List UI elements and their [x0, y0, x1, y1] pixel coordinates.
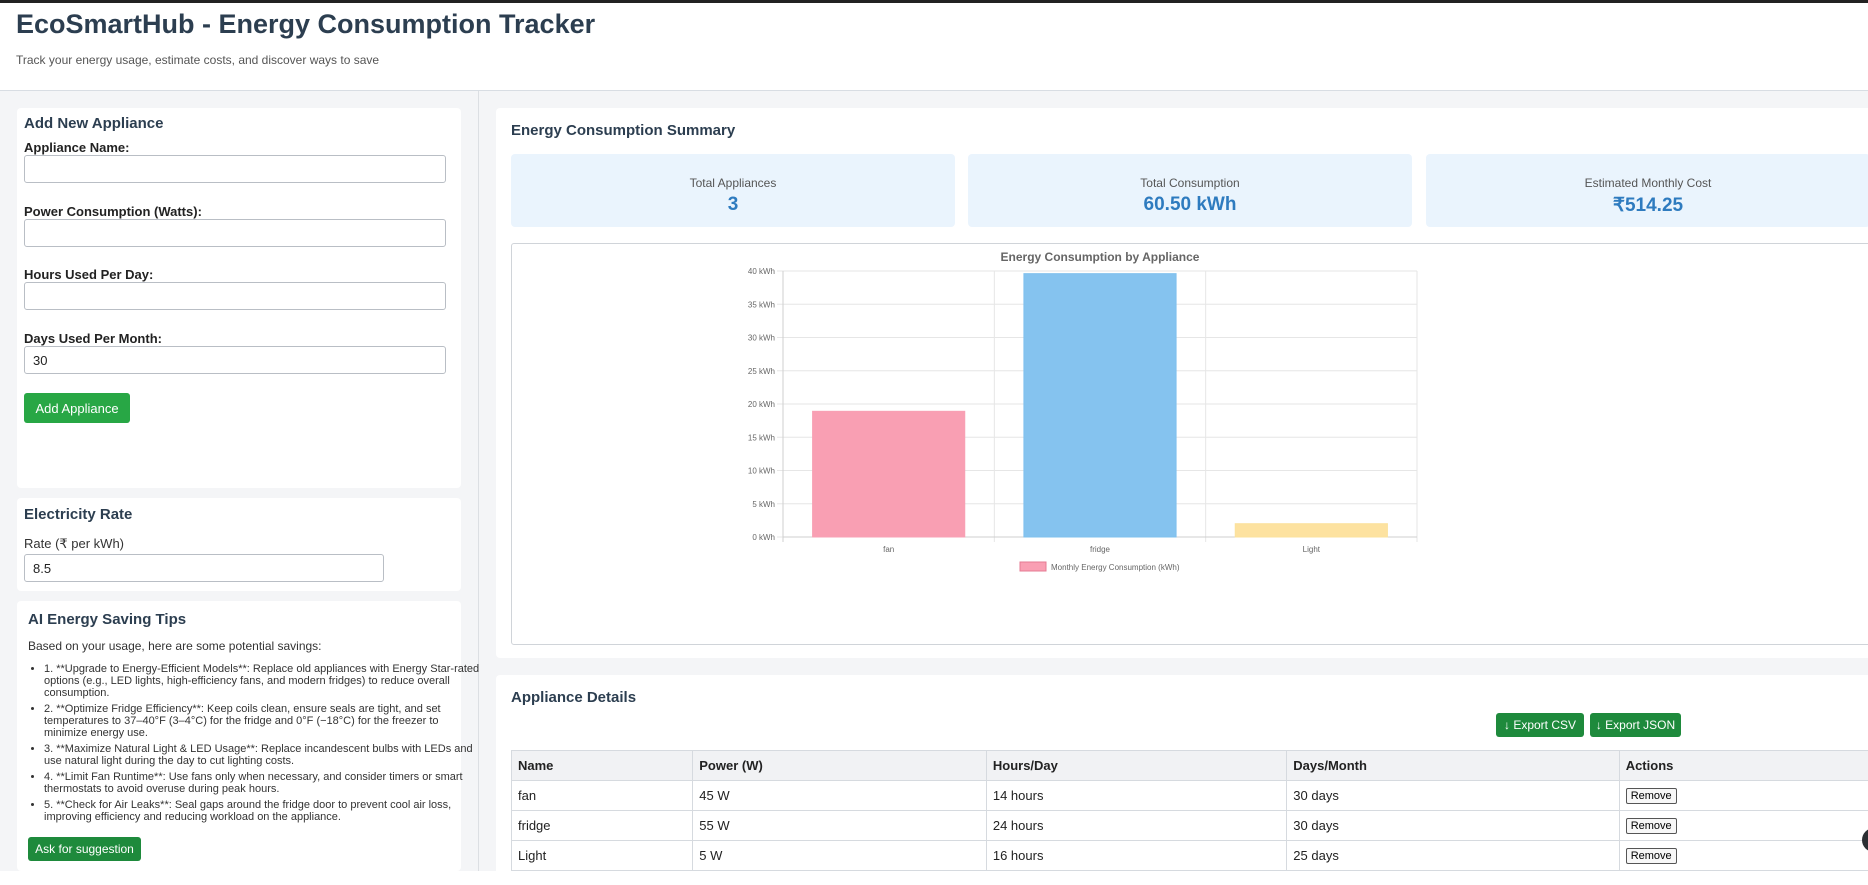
bar-light: [1235, 524, 1387, 537]
cell-power: 45 W: [693, 781, 987, 811]
ai-tips-list: 1. **Upgrade to Energy-Efficient Models*…: [28, 663, 484, 827]
ask-suggestion-button[interactable]: Ask for suggestion: [28, 837, 141, 861]
power-consumption-input[interactable]: [24, 219, 446, 247]
tip-item: 3. **Maximize Natural Light & LED Usage*…: [44, 743, 484, 767]
table-row: fan 45 W 14 hours 30 days Remove: [512, 781, 1868, 811]
column-header-days: Days/Month: [1287, 751, 1619, 781]
y-tick-label: 40 kWh: [748, 267, 775, 276]
details-heading: Appliance Details: [511, 689, 636, 706]
column-header-hours: Hours/Day: [986, 751, 1286, 781]
y-tick-label: 10 kWh: [748, 467, 775, 476]
sidebar: Add New Appliance Appliance Name: Power …: [0, 91, 479, 871]
stat-value: 3: [511, 194, 955, 216]
cell-actions: Remove: [1619, 781, 1868, 811]
page-header: EcoSmartHub - Energy Consumption Tracker…: [0, 3, 1868, 91]
bar-fan: [813, 411, 965, 537]
remove-button[interactable]: Remove: [1626, 848, 1677, 864]
rate-input[interactable]: [24, 554, 384, 582]
summary-heading: Energy Consumption Summary: [511, 122, 735, 139]
table-row: fridge 55 W 24 hours 30 days Remove: [512, 811, 1868, 841]
ai-tips-heading: AI Energy Saving Tips: [28, 611, 186, 628]
export-json-button[interactable]: ↓ Export JSON: [1590, 713, 1681, 737]
energy-bar-chart: Energy Consumption by Appliance 0 kWh 5 kW…: [512, 244, 1868, 644]
column-header-name: Name: [512, 751, 693, 781]
tip-item: 1. **Upgrade to Energy-Efficient Models*…: [44, 663, 484, 699]
ai-tips-intro: Based on your usage, here are some poten…: [28, 639, 322, 653]
cell-hours: 24 hours: [986, 811, 1286, 841]
y-tick-label: 0 kWh: [752, 533, 775, 542]
electricity-rate-heading: Electricity Rate: [24, 506, 132, 523]
add-appliance-button[interactable]: Add Appliance: [24, 393, 130, 423]
appliance-details-card: Appliance Details ↓ Export CSV ↓ Export …: [496, 675, 1868, 885]
hours-per-day-input[interactable]: [24, 282, 446, 310]
power-consumption-label: Power Consumption (Watts):: [24, 204, 202, 219]
cell-hours: 14 hours: [986, 781, 1286, 811]
tip-item: 2. **Optimize Fridge Efficiency**: Keep …: [44, 703, 484, 739]
tip-item: 4. **Limit Fan Runtime**: Use fans only …: [44, 771, 484, 795]
stat-total-consumption: Total Consumption 60.50 kWh: [968, 154, 1412, 227]
cell-name: fridge: [512, 811, 693, 841]
page-subtitle: Track your energy usage, estimate costs,…: [16, 53, 379, 67]
bar-fridge: [1024, 274, 1176, 537]
cell-actions: Remove: [1619, 811, 1868, 841]
add-appliance-heading: Add New Appliance: [24, 115, 163, 132]
column-header-power: Power (W): [693, 751, 987, 781]
ai-tips-card: AI Energy Saving Tips Based on your usag…: [17, 601, 461, 871]
appliance-name-input[interactable]: [24, 155, 446, 183]
main-content: Energy Consumption Summary Total Applian…: [479, 91, 1868, 871]
cell-days: 25 days: [1287, 841, 1619, 871]
page-title: EcoSmartHub - Energy Consumption Tracker: [16, 9, 595, 40]
stat-label: Total Appliances: [511, 176, 955, 190]
legend-label: Monthly Energy Consumption (kWh): [1051, 563, 1180, 572]
chart-title: Energy Consumption by Appliance: [1001, 250, 1200, 264]
remove-button[interactable]: Remove: [1626, 818, 1677, 834]
summary-card: Energy Consumption Summary Total Applian…: [496, 108, 1868, 658]
tip-item: 5. **Check for Air Leaks**: Seal gaps ar…: [44, 799, 484, 823]
x-tick-label: fan: [883, 545, 894, 554]
cell-name: fan: [512, 781, 693, 811]
electricity-rate-card: Electricity Rate Rate (₹ per kWh): [17, 498, 461, 591]
remove-button[interactable]: Remove: [1626, 788, 1677, 804]
appliance-name-label: Appliance Name:: [24, 140, 129, 155]
y-tick-label: 25 kWh: [748, 367, 775, 376]
y-tick-label: 15 kWh: [748, 433, 775, 442]
hours-per-day-label: Hours Used Per Day:: [24, 267, 153, 282]
stat-value: 60.50 kWh: [968, 194, 1412, 216]
y-tick-label: 35 kWh: [748, 300, 775, 309]
y-tick-label: 20 kWh: [748, 400, 775, 409]
legend-swatch: [1020, 562, 1046, 571]
stat-value: ₹514.25: [1426, 194, 1868, 217]
appliance-table: Name Power (W) Hours/Day Days/Month Acti…: [511, 750, 1868, 871]
stat-monthly-cost: Estimated Monthly Cost ₹514.25: [1426, 154, 1868, 227]
table-header-row: Name Power (W) Hours/Day Days/Month Acti…: [512, 751, 1868, 781]
x-tick-label: Light: [1303, 545, 1321, 554]
cell-name: Light: [512, 841, 693, 871]
column-header-actions: Actions: [1619, 751, 1868, 781]
cell-power: 5 W: [693, 841, 987, 871]
cell-actions: Remove: [1619, 841, 1868, 871]
chart-container: Energy Consumption by Appliance 0 kWh 5 kW…: [511, 243, 1868, 645]
export-csv-button[interactable]: ↓ Export CSV: [1496, 713, 1584, 737]
stat-label: Estimated Monthly Cost: [1426, 176, 1868, 190]
stat-label: Total Consumption: [968, 176, 1412, 190]
x-tick-label: fridge: [1090, 545, 1111, 554]
y-tick-label: 5 kWh: [752, 500, 775, 509]
cell-days: 30 days: [1287, 781, 1619, 811]
table-row: Light 5 W 16 hours 25 days Remove: [512, 841, 1868, 871]
days-per-month-label: Days Used Per Month:: [24, 331, 162, 346]
stat-total-appliances: Total Appliances 3: [511, 154, 955, 227]
cell-hours: 16 hours: [986, 841, 1286, 871]
cell-power: 55 W: [693, 811, 987, 841]
add-appliance-card: Add New Appliance Appliance Name: Power …: [17, 108, 461, 488]
days-per-month-input[interactable]: [24, 346, 446, 374]
y-tick-label: 30 kWh: [748, 334, 775, 343]
cell-days: 30 days: [1287, 811, 1619, 841]
rate-label: Rate (₹ per kWh): [24, 536, 124, 552]
